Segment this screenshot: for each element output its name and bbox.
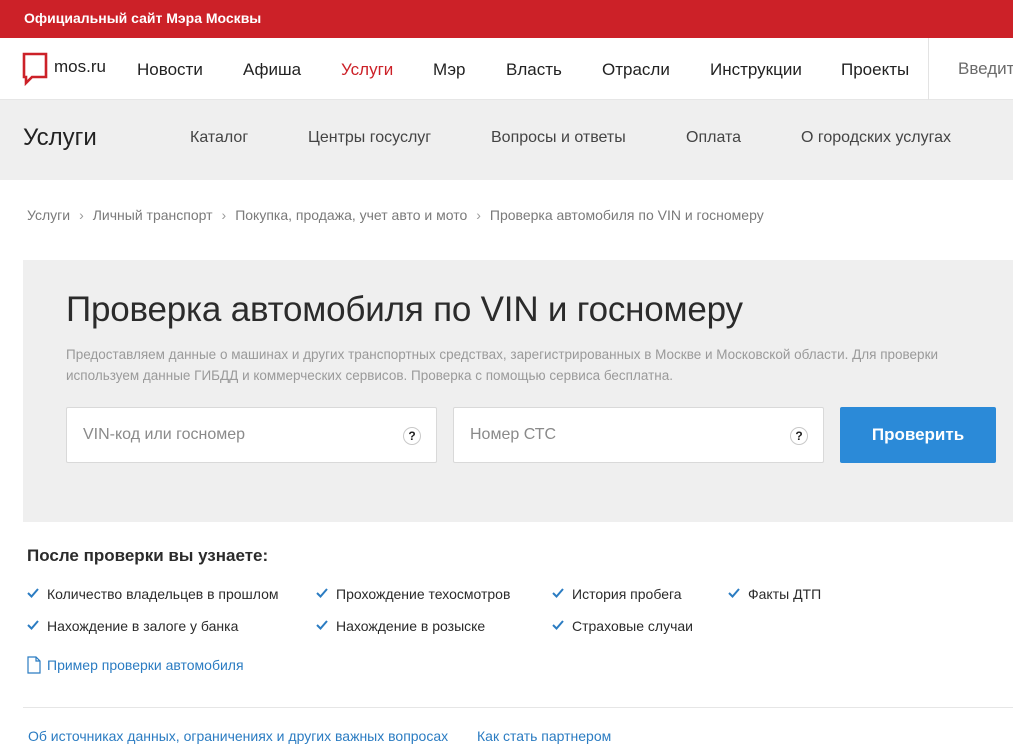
breadcrumb-item[interactable]: Покупка, продажа, учет авто и мото [235, 207, 467, 223]
top-banner: Официальный сайт Мэра Москвы [0, 0, 1013, 38]
subnav-item-about-services[interactable]: О городских услугах [801, 129, 951, 147]
nav-item-authority[interactable]: Власть [506, 60, 562, 80]
checkmark-icon [552, 620, 564, 630]
document-icon [27, 656, 41, 674]
sts-field: ? [453, 407, 824, 463]
sts-input[interactable] [454, 408, 823, 462]
chevron-right-icon: › [476, 207, 481, 223]
feature-label: Нахождение в розыске [336, 618, 486, 634]
nav-divider [928, 38, 929, 100]
nav-item-afisha[interactable]: Афиша [243, 60, 301, 80]
question-icon[interactable]: ? [790, 427, 808, 445]
official-site-label: Официальный сайт Мэра Москвы [24, 10, 262, 26]
breadcrumb-current: Проверка автомобиля по VIN и госномеру [489, 207, 764, 223]
feature-label: Нахождение в залоге у банка [47, 618, 239, 634]
results-heading: После проверки вы узнаете: [27, 546, 269, 565]
subnav-item-catalog[interactable]: Каталог [190, 129, 248, 147]
checkmark-icon [316, 588, 328, 598]
feature-label: Прохождение техосмотров [336, 586, 511, 602]
check-button[interactable]: Проверить [840, 407, 996, 463]
logo-text: mos.ru [54, 57, 106, 76]
question-icon[interactable]: ? [403, 427, 421, 445]
feature-label: Страховые случаи [572, 618, 693, 634]
services-subnav: Услуги Каталог Центры госуслуг Вопросы и… [0, 100, 1013, 180]
checkmark-icon [316, 620, 328, 630]
vin-input[interactable] [67, 408, 436, 462]
breadcrumb-item[interactable]: Личный транспорт [93, 207, 213, 223]
nav-item-industries[interactable]: Отрасли [602, 60, 670, 80]
vin-field: ? [66, 407, 437, 463]
chevron-right-icon: › [221, 207, 227, 223]
section-title: Услуги [23, 124, 97, 151]
feature-label: История пробега [572, 586, 682, 602]
page-description: Предоставляем данные о машинах и других … [66, 347, 939, 383]
page-title: Проверка автомобиля по VIN и госномеру [66, 290, 743, 329]
feature-label: Факты ДТП [748, 586, 822, 602]
nav-item-instructions[interactable]: Инструкции [710, 60, 802, 80]
vin-check-panel: Проверка автомобиля по VIN и госномеру П… [23, 260, 1013, 522]
sample-report-label: Пример проверки автомобиля [47, 657, 244, 673]
checkmark-icon [27, 588, 39, 598]
data-sources-link[interactable]: Об источниках данных, ограничениях и дру… [28, 728, 448, 744]
checkmark-icon [27, 620, 39, 630]
feature-label: Количество владельцев в прошлом [47, 586, 279, 602]
main-nav: mos.ru Новости Афиша Услуги Мэр Власть О… [0, 38, 1013, 100]
nav-item-services[interactable]: Услуги [341, 60, 393, 80]
checkmark-icon [728, 588, 740, 598]
subnav-item-payment[interactable]: Оплата [686, 129, 741, 147]
breadcrumb-item[interactable]: Услуги [27, 207, 70, 223]
subnav-item-service-centers[interactable]: Центры госуслуг [308, 129, 431, 147]
nav-item-projects[interactable]: Проекты [841, 60, 909, 80]
become-partner-link[interactable]: Как стать партнером [477, 728, 611, 744]
speech-bubble-icon [22, 52, 48, 86]
subnav-item-faq[interactable]: Вопросы и ответы [491, 129, 626, 147]
nav-item-news[interactable]: Новости [137, 60, 203, 80]
checkmark-icon [552, 588, 564, 598]
search-input[interactable] [944, 50, 1013, 88]
footer-divider [23, 707, 1013, 708]
breadcrumb: Услуги › Личный транспорт › Покупка, продажа… [27, 207, 764, 223]
nav-item-mayor[interactable]: Мэр [433, 60, 465, 80]
chevron-right-icon: › [79, 207, 84, 223]
